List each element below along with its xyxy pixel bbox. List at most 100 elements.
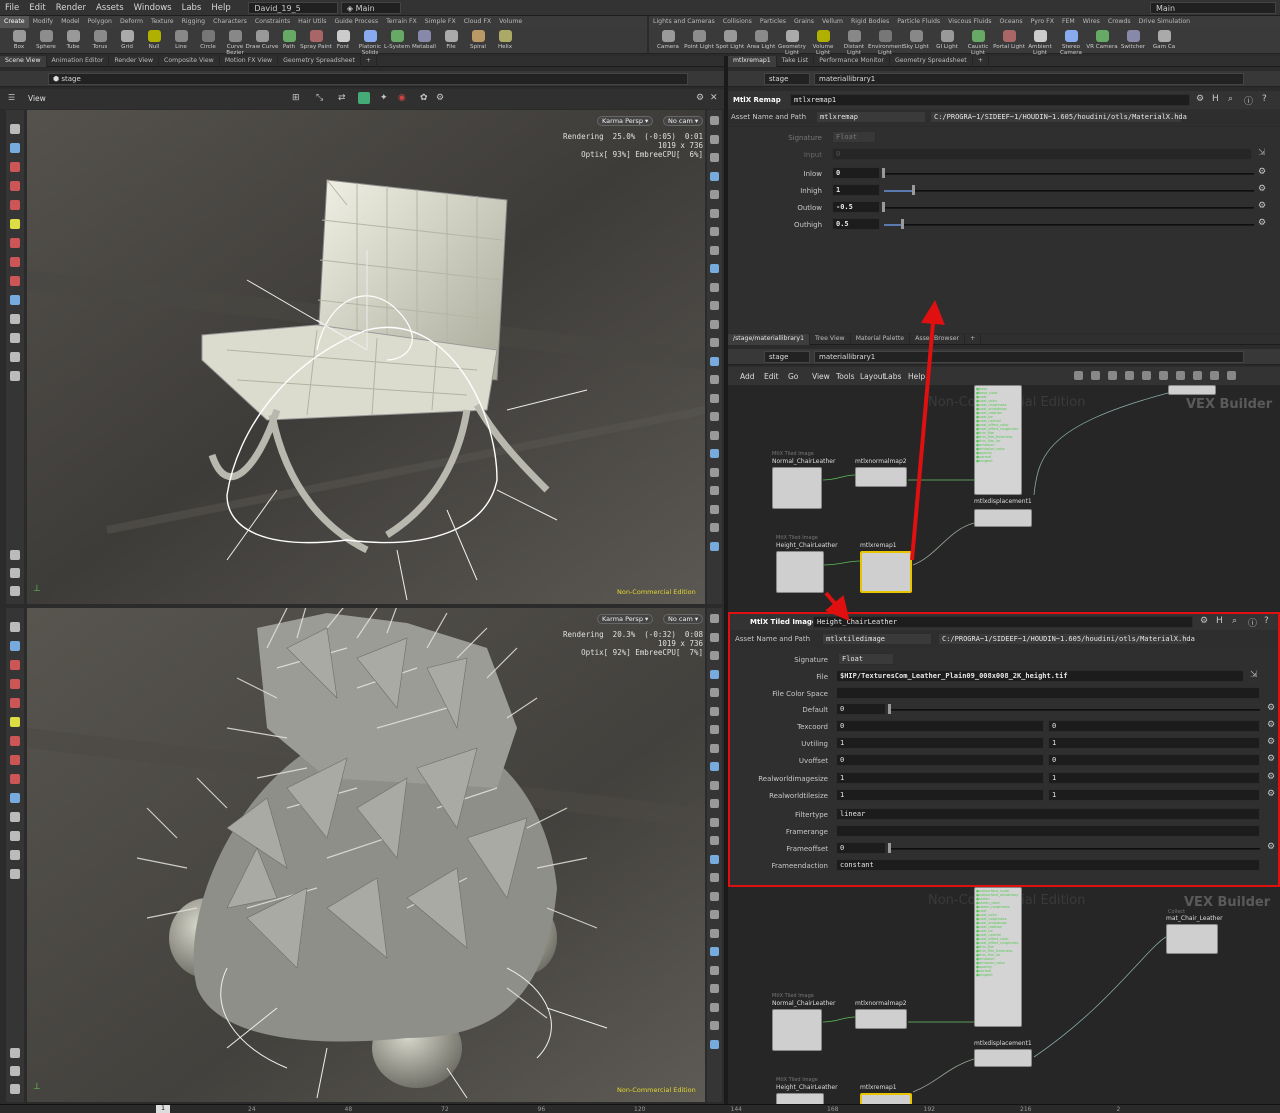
dots-option-icon[interactable] <box>710 541 719 551</box>
remap-node-bottom[interactable] <box>860 1093 912 1104</box>
snap-option-icon[interactable] <box>710 523 719 532</box>
render-tool-icon[interactable] <box>10 371 20 381</box>
signature-dropdown-remap[interactable]: Float <box>832 131 876 143</box>
select-tool-icon[interactable] <box>10 622 20 632</box>
menu-labs[interactable]: Labs <box>177 0 207 13</box>
realworldimagesize-gear-icon[interactable]: ⚙ <box>1267 772 1275 782</box>
brush-tool-icon[interactable] <box>10 736 20 746</box>
tool-environment-light[interactable]: Environment Light <box>868 30 904 56</box>
shelf-tab-collisions[interactable]: Collisions <box>719 16 756 28</box>
uvoffset-field-a[interactable]: 0 <box>836 754 1044 767</box>
menu-file[interactable]: File <box>0 0 24 13</box>
light-option-icon[interactable] <box>710 947 719 956</box>
outlow-slider[interactable] <box>884 207 1254 209</box>
tab-motion-fx-view[interactable]: Motion FX View <box>220 56 279 67</box>
shelf-tab-guide-process[interactable]: Guide Process <box>330 16 382 28</box>
wire-option-icon[interactable] <box>710 208 719 218</box>
shelf-tab-create[interactable]: Create <box>0 16 29 28</box>
lock-tool-icon[interactable] <box>10 641 20 651</box>
layout-option-icon[interactable] <box>710 356 719 366</box>
vol-option-icon[interactable] <box>710 1002 719 1012</box>
brush-tool-icon[interactable] <box>10 238 20 248</box>
shelf-tab-vellum[interactable]: Vellum <box>818 16 847 28</box>
shelf-tab-constraints[interactable]: Constraints <box>251 16 294 28</box>
net-menu-labs[interactable]: Labs <box>884 372 901 381</box>
tab-scene-view[interactable]: Scene View <box>0 56 47 67</box>
network-editor-bottom[interactable]: Non-Commercial Edition VEX Builder Colle… <box>728 887 1280 1104</box>
wire-option-icon[interactable] <box>710 706 719 716</box>
shelf-tab-characters[interactable]: Characters <box>209 16 251 28</box>
rotate-tool-icon[interactable] <box>10 181 20 191</box>
outlow-gear-icon[interactable]: ⚙ <box>1258 201 1266 211</box>
eye-option-icon[interactable] <box>710 338 719 347</box>
shelf-tab-wires[interactable]: Wires <box>1079 16 1104 28</box>
obj-option-icon[interactable] <box>710 486 719 495</box>
shelf-tab-model[interactable]: Model <box>57 16 84 28</box>
remap-help-icon[interactable]: H <box>1212 94 1219 104</box>
net-tool-table-icon[interactable] <box>1108 371 1117 380</box>
tab-stage-materiallibrary1[interactable]: /stage/materiallibrary1 <box>728 334 811 345</box>
points-option-icon[interactable] <box>710 725 719 734</box>
net-menu-edit[interactable]: Edit <box>764 372 779 381</box>
light-tool-icon[interactable] <box>10 850 20 860</box>
obj-option-icon[interactable] <box>710 984 719 993</box>
normals-option-icon[interactable] <box>710 743 719 753</box>
net-menu-go[interactable]: Go <box>788 372 798 381</box>
tool-gam-ca[interactable]: Gam Ca <box>1147 30 1181 50</box>
tool-volume-light[interactable]: Volume Light <box>806 30 840 56</box>
tiled-help-icon[interactable]: H <box>1216 616 1223 626</box>
geo-option-icon[interactable] <box>710 965 719 975</box>
shelf-tab-deform[interactable]: Deform <box>116 16 147 28</box>
shelf-tab-viscous-fluids[interactable]: Viscous Fluids <box>944 16 995 28</box>
cam-option-icon[interactable] <box>710 430 719 440</box>
height-node-bottom[interactable] <box>776 1093 824 1104</box>
scale-tool-icon[interactable] <box>10 698 20 708</box>
tool-area-light[interactable]: Area Light <box>744 30 778 50</box>
tool-stereo-camera[interactable]: Stereo Camera <box>1054 30 1088 56</box>
tool-ambient-light[interactable]: Ambient Light <box>1023 30 1057 56</box>
display-bottom-icon[interactable] <box>10 550 20 560</box>
normals-option-icon[interactable] <box>710 245 719 255</box>
normalmap-node-top[interactable] <box>855 467 907 487</box>
right-main-dropdown[interactable]: Main <box>1150 2 1276 14</box>
shelf-tab-particles[interactable]: Particles <box>756 16 790 28</box>
remap-node-name-field[interactable]: mtlxremap1 <box>790 94 1190 106</box>
tiled-node-name-field[interactable]: Height_ChairLeather <box>813 616 1193 628</box>
camera-dropdown-top[interactable]: Karma Persp ▾ <box>597 116 654 126</box>
net-path-stage[interactable]: stage <box>764 351 810 363</box>
add-tab-icon[interactable]: + <box>361 56 378 67</box>
geo-option-icon[interactable] <box>710 467 719 477</box>
link-option-icon[interactable] <box>710 412 719 421</box>
pose-tool-icon[interactable] <box>10 314 20 324</box>
frameoffset-slider-knob[interactable] <box>888 843 891 853</box>
inlow-slider-knob[interactable] <box>882 168 885 178</box>
displacement-node-top[interactable] <box>974 509 1032 527</box>
pose-tool-icon[interactable] <box>10 812 20 822</box>
main-dropdown[interactable]: ◈ Main <box>340 2 401 14</box>
texcoord-field-a[interactable]: 0 <box>836 720 1044 732</box>
handle-tool-icon[interactable] <box>10 219 20 229</box>
outhigh-slider[interactable] <box>884 224 1254 226</box>
tab-performance-monitor[interactable]: Performance Monitor <box>814 56 890 67</box>
tool-vr-camera[interactable]: VR Camera <box>1085 30 1119 50</box>
net-menu-tools[interactable]: Tools <box>836 372 854 381</box>
cam-option-icon[interactable] <box>710 928 719 938</box>
flag-option-icon[interactable] <box>710 393 719 403</box>
snapshot-bottom-icon[interactable] <box>10 568 20 578</box>
viewer-gear-icon[interactable]: ⚙ <box>696 93 704 103</box>
tool-gi-light[interactable]: GI Light <box>930 30 964 50</box>
remap-asset-path[interactable]: C:/PROGRA~1/SIDEEF~1/HOUDIN~1.605/houdin… <box>930 111 1187 123</box>
shelf-tab-drive-simulation[interactable]: Drive Simulation <box>1135 16 1194 28</box>
magnet-tool-icon[interactable] <box>10 276 20 286</box>
snapshot-bottom-icon[interactable] <box>10 1066 20 1076</box>
tool-helix[interactable]: Helix <box>488 30 522 50</box>
outhigh-slider-knob[interactable] <box>900 219 904 229</box>
scale-tool-icon[interactable] <box>10 200 20 210</box>
file-browse-icon[interactable]: ⇲ <box>1250 670 1258 680</box>
net-tool-grid2-icon[interactable] <box>1142 371 1151 380</box>
light-tool-icon[interactable] <box>10 352 20 362</box>
file-color-space-field[interactable] <box>836 687 1260 699</box>
default-gear-icon[interactable]: ⚙ <box>1267 703 1275 713</box>
tool-caustic-light[interactable]: Caustic Light <box>961 30 995 56</box>
shelf-tab-hair-utils[interactable]: Hair Utils <box>294 16 330 28</box>
